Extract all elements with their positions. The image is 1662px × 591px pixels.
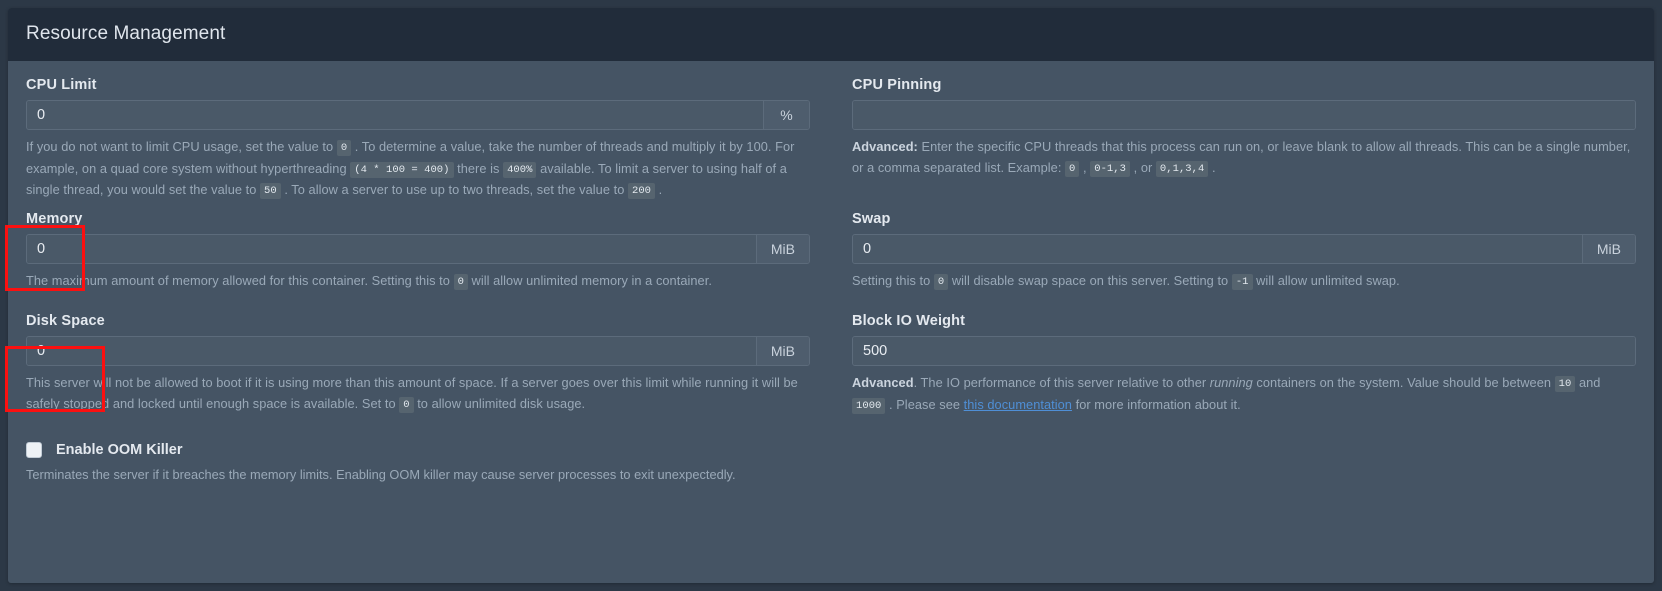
help-text: , [1079, 159, 1091, 175]
help-text: If you do not want to limit CPU usage, s… [26, 139, 337, 154]
disk-space-help: This server will not be allowed to boot … [26, 373, 810, 415]
help-text: containers on the system. Value should b… [1252, 375, 1555, 390]
field-swap: Swap MiB Setting this to 0 will disable … [852, 211, 1636, 293]
help-emphasis: Advanced [852, 375, 914, 390]
help-text: , or [1130, 159, 1156, 175]
disk-space-unit-addon: MiB [755, 337, 809, 365]
inline-code: 50 [260, 183, 281, 199]
inline-code: (4 * 100 = 400) [350, 161, 454, 178]
help-text: . To allow a server to use up to two thr… [280, 182, 628, 197]
disk-space-label: Disk Space [26, 313, 105, 329]
inline-code: 0,1,3,4 [1155, 160, 1209, 177]
help-text: . Please see [885, 396, 964, 412]
cpu-pinning-input[interactable] [853, 101, 1635, 129]
help-text: . [655, 182, 663, 197]
help-italic: running [1209, 375, 1253, 390]
inline-code: 0 [933, 273, 949, 290]
swap-unit-addon: MiB [1581, 234, 1635, 263]
help-text: and [1575, 375, 1601, 390]
help-text: Setting this to [852, 272, 934, 288]
help-text: . The IO performance of this server rela… [913, 375, 1210, 390]
documentation-link[interactable]: this documentation [964, 397, 1072, 412]
cpu-pinning-help: Advanced: Enter the specific CPU threads… [852, 137, 1636, 179]
inline-code: 200 [627, 183, 656, 199]
inline-code: -1 [1231, 273, 1253, 290]
help-text: for more information about it. [1071, 396, 1241, 412]
block-io-weight-input-group[interactable] [852, 336, 1636, 366]
oom-killer-row[interactable]: Enable OOM Killer [26, 442, 1636, 458]
oom-killer-label: Enable OOM Killer [56, 442, 183, 458]
row-disk: Disk Space MiB This server will not be a… [26, 313, 1636, 416]
cpu-pinning-input-group[interactable] [852, 100, 1636, 130]
help-text: will disable swap space on this server. … [948, 272, 1232, 288]
memory-label: Memory [26, 210, 83, 227]
inline-code: 10 [1554, 376, 1576, 392]
cpu-limit-input-group[interactable]: % [26, 100, 810, 130]
resource-management-page: Resource Management CPU Limit % If you d… [0, 0, 1662, 591]
disk-space-input-group[interactable]: MiB [26, 336, 810, 366]
inline-code: 0 [453, 273, 468, 290]
field-memory: Memory MiB The maximum amount of memory … [26, 211, 810, 293]
field-cpu-limit: CPU Limit % If you do not want to limit … [26, 77, 810, 202]
help-text: will allow unlimited memory in a contain… [467, 272, 712, 288]
cpu-limit-unit-addon: % [763, 101, 809, 129]
help-text: Enter the specific CPU threads that this… [852, 139, 1631, 175]
inline-code: 0 [399, 396, 414, 413]
memory-input[interactable] [27, 234, 756, 263]
block-io-weight-label: Block IO Weight [852, 313, 966, 329]
resource-management-card: Resource Management CPU Limit % If you d… [8, 8, 1654, 583]
cpu-limit-help: If you do not want to limit CPU usage, s… [26, 137, 810, 202]
help-emphasis: Advanced: [852, 139, 918, 154]
cpu-limit-label: CPU Limit [26, 77, 97, 93]
block-io-weight-help: Advanced. The IO performance of this ser… [852, 373, 1636, 416]
field-cpu-pinning: CPU Pinning Advanced: Enter the specific… [852, 77, 1636, 202]
memory-help: The maximum amount of memory allowed for… [26, 271, 810, 293]
page-title: Resource Management [26, 23, 226, 44]
row-cpu: CPU Limit % If you do not want to limit … [26, 77, 1636, 202]
cpu-limit-input[interactable] [27, 101, 763, 129]
inline-code: 400% [503, 161, 537, 178]
row-memory: Memory MiB The maximum amount of memory … [26, 211, 1636, 293]
memory-input-group[interactable]: MiB [26, 233, 810, 264]
cpu-pinning-label: CPU Pinning [852, 77, 942, 93]
swap-input[interactable] [853, 234, 1582, 263]
help-text: . [1208, 159, 1216, 175]
oom-killer-help: Terminates the server if it breaches the… [26, 467, 736, 482]
inline-code: 1000 [852, 397, 886, 414]
help-text: will allow unlimited swap. [1252, 272, 1400, 288]
inline-code: 0 [336, 140, 352, 156]
disk-space-input[interactable] [27, 337, 756, 365]
card-body: CPU Limit % If you do not want to limit … [8, 61, 1654, 485]
inline-code: 0-1,3 [1090, 160, 1130, 177]
help-text: The maximum amount of memory allowed for… [26, 272, 454, 288]
block-io-weight-input[interactable] [853, 337, 1635, 365]
swap-help: Setting this to 0 will disable swap spac… [852, 271, 1636, 293]
swap-label: Swap [852, 210, 891, 227]
field-block-io-weight: Block IO Weight Advanced. The IO perform… [852, 313, 1636, 416]
card-header: Resource Management [8, 8, 1654, 61]
inline-code: 0 [1065, 160, 1080, 177]
memory-unit-addon: MiB [755, 234, 809, 263]
field-disk-space: Disk Space MiB This server will not be a… [26, 313, 810, 416]
help-text: there is [453, 160, 504, 176]
oom-killer-checkbox[interactable] [26, 442, 42, 458]
help-text: to allow unlimited disk usage. [413, 395, 586, 411]
swap-input-group[interactable]: MiB [852, 233, 1636, 264]
